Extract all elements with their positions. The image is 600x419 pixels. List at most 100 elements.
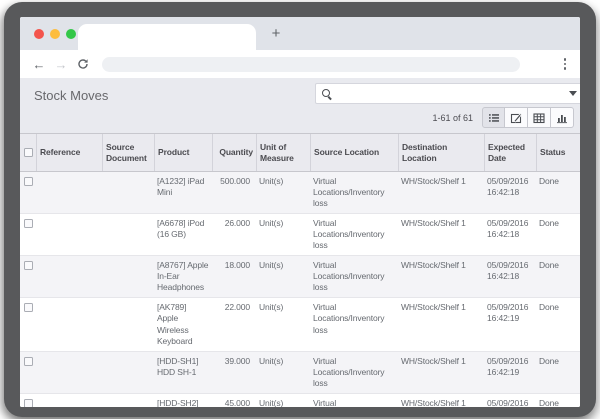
time-line: 16:42:19 [487, 313, 533, 324]
row-checkbox[interactable] [24, 303, 33, 312]
time-line: 16:42:18 [487, 187, 533, 198]
grid-view-button[interactable] [528, 107, 551, 128]
row-checkbox-cell [20, 256, 36, 297]
column-label: Quantity [219, 147, 253, 158]
column-label: Reference [40, 147, 80, 158]
form-view-button[interactable] [505, 107, 528, 128]
table-row[interactable]: [A8767] Apple In-Ear Headphones18.000Uni… [20, 256, 580, 298]
select-all-header-cell[interactable] [20, 134, 36, 171]
cell-source-location: Virtual Locations/Inventory loss [310, 172, 398, 213]
cell-uom: Unit(s) [256, 394, 310, 407]
window-frame: + ← → Stock Moves [4, 2, 596, 417]
column-header-source-document[interactable]: Source Document [102, 134, 154, 171]
stock-moves-table: ReferenceSource DocumentProductQuantityU… [20, 133, 580, 407]
row-checkbox-cell [20, 172, 36, 213]
search-filter-dropdown[interactable] [564, 84, 580, 103]
list-icon [488, 112, 500, 124]
row-checkbox-cell [20, 298, 36, 350]
table-row[interactable]: [A1232] iPad Mini500.000Unit(s)Virtual L… [20, 172, 580, 214]
cell-status: Done [536, 172, 580, 213]
time-line: 16:42:18 [487, 271, 533, 282]
reload-icon[interactable] [72, 58, 94, 70]
cell-quantity: 26.000 [212, 214, 256, 255]
table-row[interactable]: [A6678] iPod (16 GB)26.000Unit(s)Virtual… [20, 214, 580, 256]
cell-source-document [102, 256, 154, 297]
column-header-expected-date[interactable]: Expected Date [484, 134, 536, 171]
row-checkbox[interactable] [24, 357, 33, 366]
cell-reference [36, 172, 102, 213]
view-switcher [482, 107, 574, 128]
row-checkbox[interactable] [24, 177, 33, 186]
column-header-reference[interactable]: Reference [36, 134, 102, 171]
cell-source-location: Virtual Locations/Inventory loss [310, 214, 398, 255]
search-icon [321, 88, 333, 100]
search-box[interactable] [315, 83, 580, 104]
cell-status: Done [536, 214, 580, 255]
row-checkbox-cell [20, 394, 36, 407]
cell-quantity: 18.000 [212, 256, 256, 297]
cell-product: [A1232] iPad Mini [154, 172, 212, 213]
zoom-window-button[interactable] [66, 29, 76, 39]
column-header-status[interactable]: Status [536, 134, 580, 171]
cell-uom: Unit(s) [256, 256, 310, 297]
time-line: 16:42:18 [487, 229, 533, 240]
column-label: Product [158, 147, 189, 158]
select-all-checkbox[interactable] [24, 148, 33, 157]
cell-quantity: 500.000 [212, 172, 256, 213]
column-header-quantity[interactable]: Quantity [212, 134, 256, 171]
cell-expected-date: 05/09/201616:42:19 [484, 352, 536, 393]
cell-source-location: Virtual Locations/Inventory loss [310, 394, 398, 407]
cell-source-location: Virtual Locations/Inventory loss [310, 298, 398, 350]
table-row[interactable]: [HDD-SH1] HDD SH-139.000Unit(s)Virtual L… [20, 352, 580, 394]
time-line: 16:42:19 [487, 367, 533, 378]
chevron-down-icon [569, 91, 577, 96]
browser-menu-icon[interactable] [564, 58, 567, 70]
date-line: 05/09/2016 [487, 356, 533, 367]
cell-reference [36, 394, 102, 407]
column-label: Source Location [314, 147, 379, 158]
row-checkbox-cell [20, 214, 36, 255]
cell-status: Done [536, 352, 580, 393]
column-header-product[interactable]: Product [154, 134, 212, 171]
browser-tab-strip: + [20, 17, 580, 50]
table-row[interactable]: [AK789] Apple Wireless Keyboard22.000Uni… [20, 298, 580, 351]
form-edit-icon [510, 112, 522, 124]
cell-destination-location: WH/Stock/Shelf 1 [398, 214, 484, 255]
column-header-unit-of-measure[interactable]: Unit of Measure [256, 134, 310, 171]
address-bar[interactable] [102, 57, 520, 72]
column-header-source-location[interactable]: Source Location [310, 134, 398, 171]
minimize-window-button[interactable] [50, 29, 60, 39]
cell-status: Done [536, 394, 580, 407]
search-input[interactable] [333, 88, 564, 99]
row-checkbox[interactable] [24, 399, 33, 407]
browser-tab[interactable] [78, 24, 256, 50]
chart-view-button[interactable] [551, 107, 574, 128]
cell-expected-date: 05/09/201616:42:18 [484, 172, 536, 213]
back-icon[interactable]: ← [28, 57, 50, 72]
record-range-label: 1-61 of 61 [432, 113, 473, 123]
list-view-button[interactable] [482, 107, 505, 128]
cell-source-location: Virtual Locations/Inventory loss [310, 256, 398, 297]
cell-source-document [102, 298, 154, 350]
date-line: 05/09/2016 [487, 176, 533, 187]
column-label: Expected Date [488, 142, 533, 163]
cell-uom: Unit(s) [256, 298, 310, 350]
cell-expected-date: 05/09/201616:42:18 [484, 214, 536, 255]
close-window-button[interactable] [34, 29, 44, 39]
row-checkbox[interactable] [24, 219, 33, 228]
column-header-destination-location[interactable]: Destination Location [398, 134, 484, 171]
cell-expected-date: 05/09/201616:42:19 [484, 394, 536, 407]
cell-source-document [102, 214, 154, 255]
browser-toolbar: ← → [20, 50, 580, 78]
cell-uom: Unit(s) [256, 172, 310, 213]
date-line: 05/09/2016 [487, 260, 533, 271]
cell-uom: Unit(s) [256, 352, 310, 393]
cell-reference [36, 352, 102, 393]
pager-row: 1-61 of 61 [432, 107, 574, 128]
table-row[interactable]: [HDD-SH2] HDD SH-245.000Unit(s)Virtual L… [20, 394, 580, 407]
cell-destination-location: WH/Stock/Shelf 1 [398, 352, 484, 393]
new-tab-button[interactable]: + [264, 17, 288, 50]
bar-chart-icon [556, 112, 568, 124]
cell-uom: Unit(s) [256, 214, 310, 255]
row-checkbox[interactable] [24, 261, 33, 270]
